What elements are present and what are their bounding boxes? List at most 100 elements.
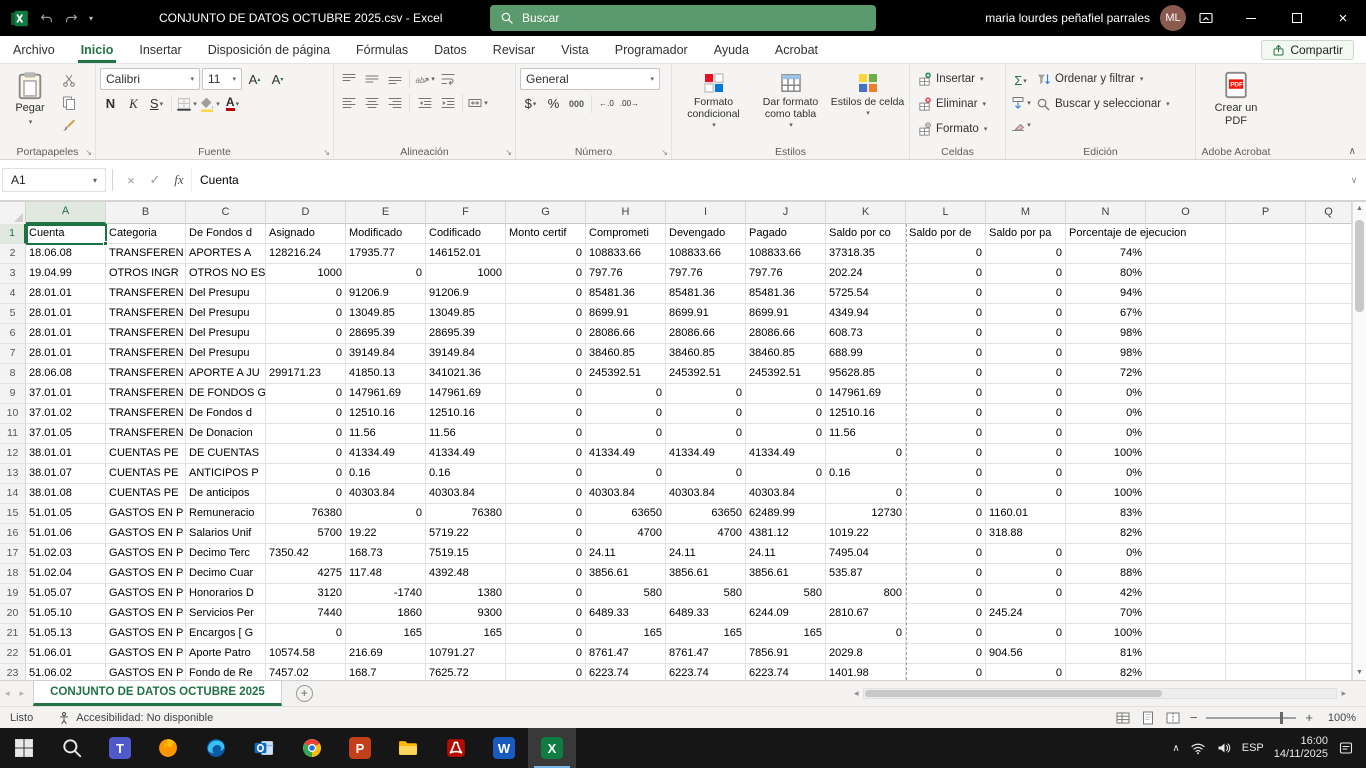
row-header-9[interactable]: 9 — [0, 384, 26, 404]
cell-K3[interactable]: 202.24 — [826, 264, 906, 284]
scroll-left-icon[interactable]: ◂ — [850, 688, 863, 699]
cell-D5[interactable]: 0 — [266, 304, 346, 324]
cell-H9[interactable]: 0 — [586, 384, 666, 404]
tab-formulas[interactable]: Fórmulas — [343, 43, 421, 63]
cell-L17[interactable]: 0 — [906, 544, 986, 564]
cell-L19[interactable]: 0 — [906, 584, 986, 604]
cell-I9[interactable]: 0 — [666, 384, 746, 404]
cell-P1[interactable] — [1226, 224, 1306, 244]
cell-Q11[interactable] — [1306, 424, 1352, 444]
tab-insertar[interactable]: Insertar — [126, 43, 194, 63]
cell-O6[interactable] — [1146, 324, 1226, 344]
cell-K18[interactable]: 535.87 — [826, 564, 906, 584]
cell-K5[interactable]: 4349.94 — [826, 304, 906, 324]
cell-I14[interactable]: 40303.84 — [666, 484, 746, 504]
cell-B4[interactable]: TRANSFEREN — [106, 284, 186, 304]
taskbar-microsoft-teams-icon[interactable]: T — [96, 728, 144, 768]
cell-F19[interactable]: 1380 — [426, 584, 506, 604]
cell-N3[interactable]: 80% — [1066, 264, 1146, 284]
cell-K6[interactable]: 608.73 — [826, 324, 906, 344]
cell-J4[interactable]: 85481.36 — [746, 284, 826, 304]
minimize-button[interactable] — [1228, 0, 1274, 36]
cell-P4[interactable] — [1226, 284, 1306, 304]
column-header-E[interactable]: E — [346, 202, 426, 224]
clock[interactable]: 16:00 14/11/2025 — [1274, 735, 1328, 761]
sheet-tab[interactable]: CONJUNTO DE DATOS OCTUBRE 2025 — [33, 681, 282, 706]
tab-disposicion[interactable]: Disposición de página — [195, 43, 343, 63]
cell-C5[interactable]: Del Presupu — [186, 304, 266, 324]
row-header-15[interactable]: 15 — [0, 504, 26, 524]
cell-D22[interactable]: 10574.58 — [266, 644, 346, 664]
cell-E15[interactable]: 0 — [346, 504, 426, 524]
orientation-button[interactable]: ab▾ — [414, 68, 435, 89]
row-header-23[interactable]: 23 — [0, 664, 26, 680]
cell-G19[interactable]: 0 — [506, 584, 586, 604]
cell-I4[interactable]: 85481.36 — [666, 284, 746, 304]
cell-N11[interactable]: 0% — [1066, 424, 1146, 444]
cell-D6[interactable]: 0 — [266, 324, 346, 344]
cell-B19[interactable]: GASTOS EN P — [106, 584, 186, 604]
cell-C2[interactable]: APORTES A — [186, 244, 266, 264]
cell-E14[interactable]: 40303.84 — [346, 484, 426, 504]
taskbar-start-button[interactable] — [0, 728, 48, 768]
cell-K15[interactable]: 12730 — [826, 504, 906, 524]
create-pdf-button[interactable]: PDF Crear un PDF — [1210, 68, 1262, 142]
cell-B2[interactable]: TRANSFEREN — [106, 244, 186, 264]
row-header-22[interactable]: 22 — [0, 644, 26, 664]
clipboard-dialog-launcher[interactable]: ↘ — [85, 148, 92, 157]
column-header-P[interactable]: P — [1226, 202, 1306, 224]
cell-Q15[interactable] — [1306, 504, 1352, 524]
cell-I6[interactable]: 28086.66 — [666, 324, 746, 344]
zoom-in-button[interactable]: + — [1305, 710, 1313, 725]
cell-G4[interactable]: 0 — [506, 284, 586, 304]
autosum-button[interactable]: Σ▾ — [1010, 70, 1031, 91]
taskbar-excel-icon[interactable]: X — [528, 728, 576, 768]
cell-Q5[interactable] — [1306, 304, 1352, 324]
cell-M1[interactable]: Saldo por pa — [986, 224, 1066, 244]
cell-O5[interactable] — [1146, 304, 1226, 324]
cell-P15[interactable] — [1226, 504, 1306, 524]
cell-E3[interactable]: 0 — [346, 264, 426, 284]
cell-K21[interactable]: 0 — [826, 624, 906, 644]
zoom-slider[interactable] — [1206, 717, 1296, 719]
cell-F12[interactable]: 41334.49 — [426, 444, 506, 464]
find-select-button[interactable]: Buscar y seleccionar▾ — [1033, 93, 1173, 115]
cell-M16[interactable]: 318.88 — [986, 524, 1066, 544]
cell-K19[interactable]: 800 — [826, 584, 906, 604]
row-header-17[interactable]: 17 — [0, 544, 26, 564]
insert-function-icon[interactable]: fx — [167, 168, 191, 192]
cell-J8[interactable]: 245392.51 — [746, 364, 826, 384]
cell-B23[interactable]: GASTOS EN P — [106, 664, 186, 680]
cell-E8[interactable]: 41850.13 — [346, 364, 426, 384]
cell-G15[interactable]: 0 — [506, 504, 586, 524]
cell-P13[interactable] — [1226, 464, 1306, 484]
cell-E12[interactable]: 41334.49 — [346, 444, 426, 464]
cell-H15[interactable]: 63650 — [586, 504, 666, 524]
cell-M19[interactable]: 0 — [986, 584, 1066, 604]
font-size-select[interactable]: 11▾ — [202, 68, 242, 90]
cell-P5[interactable] — [1226, 304, 1306, 324]
scroll-right-icon[interactable]: ▸ — [1337, 688, 1350, 699]
tab-datos[interactable]: Datos — [421, 43, 480, 63]
cell-I2[interactable]: 108833.66 — [666, 244, 746, 264]
cell-A9[interactable]: 37.01.01 — [26, 384, 106, 404]
row-header-21[interactable]: 21 — [0, 624, 26, 644]
cell-L10[interactable]: 0 — [906, 404, 986, 424]
cell-J22[interactable]: 7856.91 — [746, 644, 826, 664]
cell-K13[interactable]: 0.16 — [826, 464, 906, 484]
cell-D3[interactable]: 1000 — [266, 264, 346, 284]
cell-J14[interactable]: 40303.84 — [746, 484, 826, 504]
cell-A14[interactable]: 38.01.08 — [26, 484, 106, 504]
cell-G9[interactable]: 0 — [506, 384, 586, 404]
row-header-4[interactable]: 4 — [0, 284, 26, 304]
cell-G3[interactable]: 0 — [506, 264, 586, 284]
cell-I20[interactable]: 6489.33 — [666, 604, 746, 624]
cell-L8[interactable]: 0 — [906, 364, 986, 384]
new-sheet-button[interactable]: + — [296, 685, 313, 702]
cell-J3[interactable]: 797.76 — [746, 264, 826, 284]
maximize-button[interactable] — [1274, 0, 1320, 36]
cell-L12[interactable]: 0 — [906, 444, 986, 464]
cell-N13[interactable]: 0% — [1066, 464, 1146, 484]
cell-D17[interactable]: 7350.42 — [266, 544, 346, 564]
cell-C11[interactable]: De Donacion — [186, 424, 266, 444]
